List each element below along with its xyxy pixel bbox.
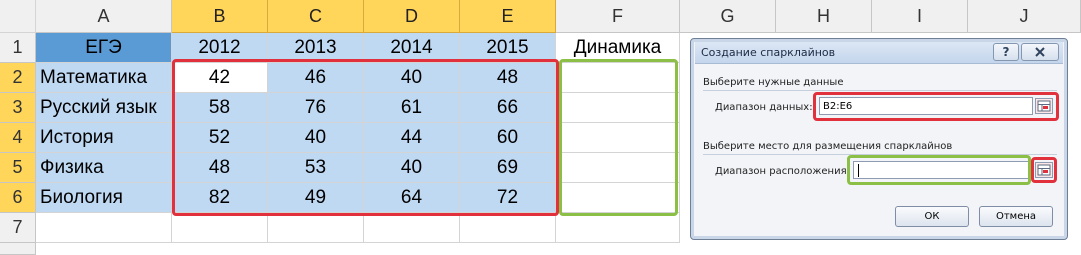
cell-d4[interactable]: 44 (364, 123, 460, 153)
range-select-icon (1037, 100, 1051, 112)
cell-f6[interactable] (556, 183, 680, 213)
range-select-icon (1037, 164, 1051, 176)
close-button[interactable] (1021, 43, 1059, 61)
close-icon (1035, 47, 1045, 57)
cell-c3[interactable]: 76 (268, 93, 364, 123)
cell-a5[interactable]: Физика (36, 153, 172, 183)
cell-b4[interactable]: 52 (172, 123, 268, 153)
ok-button[interactable]: ОК (895, 206, 969, 227)
row-header-5[interactable]: 5 (0, 153, 36, 183)
cell-d5[interactable]: 40 (364, 153, 460, 183)
cell-c7[interactable] (268, 213, 364, 243)
cell-d3[interactable]: 61 (364, 93, 460, 123)
column-header-d[interactable]: D (364, 0, 460, 33)
sheet-row-8 (0, 243, 1081, 255)
cell-e1[interactable]: 2015 (460, 33, 556, 63)
select-all-corner[interactable] (0, 0, 36, 33)
cell-d1[interactable]: 2014 (364, 33, 460, 63)
cell-e5[interactable]: 69 (460, 153, 556, 183)
column-header-b[interactable]: B (172, 0, 268, 33)
row-header-8[interactable] (0, 243, 36, 255)
cell-c2[interactable]: 46 (268, 63, 364, 93)
cell-e4[interactable]: 60 (460, 123, 556, 153)
data-range-picker-button[interactable] (1035, 98, 1053, 114)
column-header-j[interactable]: J (968, 0, 1081, 33)
cell-c5[interactable]: 53 (268, 153, 364, 183)
cell-d6[interactable]: 64 (364, 183, 460, 213)
cell-a2[interactable]: Математика (36, 63, 172, 93)
cell-f1[interactable]: Динамика (556, 33, 680, 63)
column-header-e[interactable]: E (460, 0, 556, 33)
cell-f7[interactable] (556, 213, 680, 243)
cell-f3[interactable] (556, 93, 680, 123)
row-header-2[interactable]: 2 (0, 63, 36, 93)
cell-c1[interactable]: 2013 (268, 33, 364, 63)
column-header-a[interactable]: A (36, 0, 172, 33)
help-button[interactable]: ? (993, 43, 1019, 61)
location-range-label: Диапазон расположения: (715, 166, 850, 177)
cell-f2[interactable] (556, 63, 680, 93)
column-header-row: A B C D E F G H I J (0, 0, 1081, 33)
row-header-6[interactable]: 6 (0, 183, 36, 213)
cell-a1[interactable]: ЕГЭ (36, 33, 172, 63)
cell-b6[interactable]: 82 (172, 183, 268, 213)
location-range-input[interactable] (853, 161, 1033, 179)
location-section-divider (703, 154, 1057, 155)
row-header-3[interactable]: 3 (0, 93, 36, 123)
cell-e2[interactable]: 48 (460, 63, 556, 93)
cell-a7[interactable] (36, 213, 172, 243)
cell-f4[interactable] (556, 123, 680, 153)
cell-d2[interactable]: 40 (364, 63, 460, 93)
cell-c4[interactable]: 40 (268, 123, 364, 153)
cell-b5[interactable]: 48 (172, 153, 268, 183)
create-sparklines-dialog: Создание спарклайнов ? Выберите нужные д… (690, 38, 1068, 240)
column-header-f[interactable]: F (556, 0, 680, 33)
cell-a4[interactable]: История (36, 123, 172, 153)
row-header-1[interactable]: 1 (0, 33, 36, 63)
row-header-4[interactable]: 4 (0, 123, 36, 153)
location-range-picker-button[interactable] (1035, 162, 1053, 178)
cell-d7[interactable] (364, 213, 460, 243)
column-header-h[interactable]: H (776, 0, 872, 33)
text-cursor (858, 164, 859, 177)
cell-a6[interactable]: Биология (36, 183, 172, 213)
location-section-label: Выберите место для размещения спарклайно… (703, 141, 953, 152)
data-section-divider (703, 90, 1057, 91)
cell-c6[interactable]: 49 (268, 183, 364, 213)
cancel-button[interactable]: Отмена (979, 206, 1053, 227)
cell-e6[interactable]: 72 (460, 183, 556, 213)
cell-e3[interactable]: 66 (460, 93, 556, 123)
data-range-input[interactable]: B2:E6 (819, 97, 1033, 115)
dialog-titlebar[interactable]: Создание спарклайнов ? (695, 42, 1063, 64)
cell-b1[interactable]: 2012 (172, 33, 268, 63)
dialog-title: Создание спарклайнов (701, 46, 836, 59)
cell-e7[interactable] (460, 213, 556, 243)
column-header-g[interactable]: G (680, 0, 776, 33)
cell-b7[interactable] (172, 213, 268, 243)
cell-b2[interactable]: 42 (172, 63, 268, 93)
column-header-c[interactable]: C (268, 0, 364, 33)
data-section-label: Выберите нужные данные (703, 77, 844, 88)
cell-b3[interactable]: 58 (172, 93, 268, 123)
cell-f5[interactable] (556, 153, 680, 183)
row-header-7[interactable]: 7 (0, 213, 36, 243)
cell-a3[interactable]: Русский язык (36, 93, 172, 123)
data-range-label: Диапазон данных: (715, 102, 813, 113)
column-header-i[interactable]: I (872, 0, 968, 33)
